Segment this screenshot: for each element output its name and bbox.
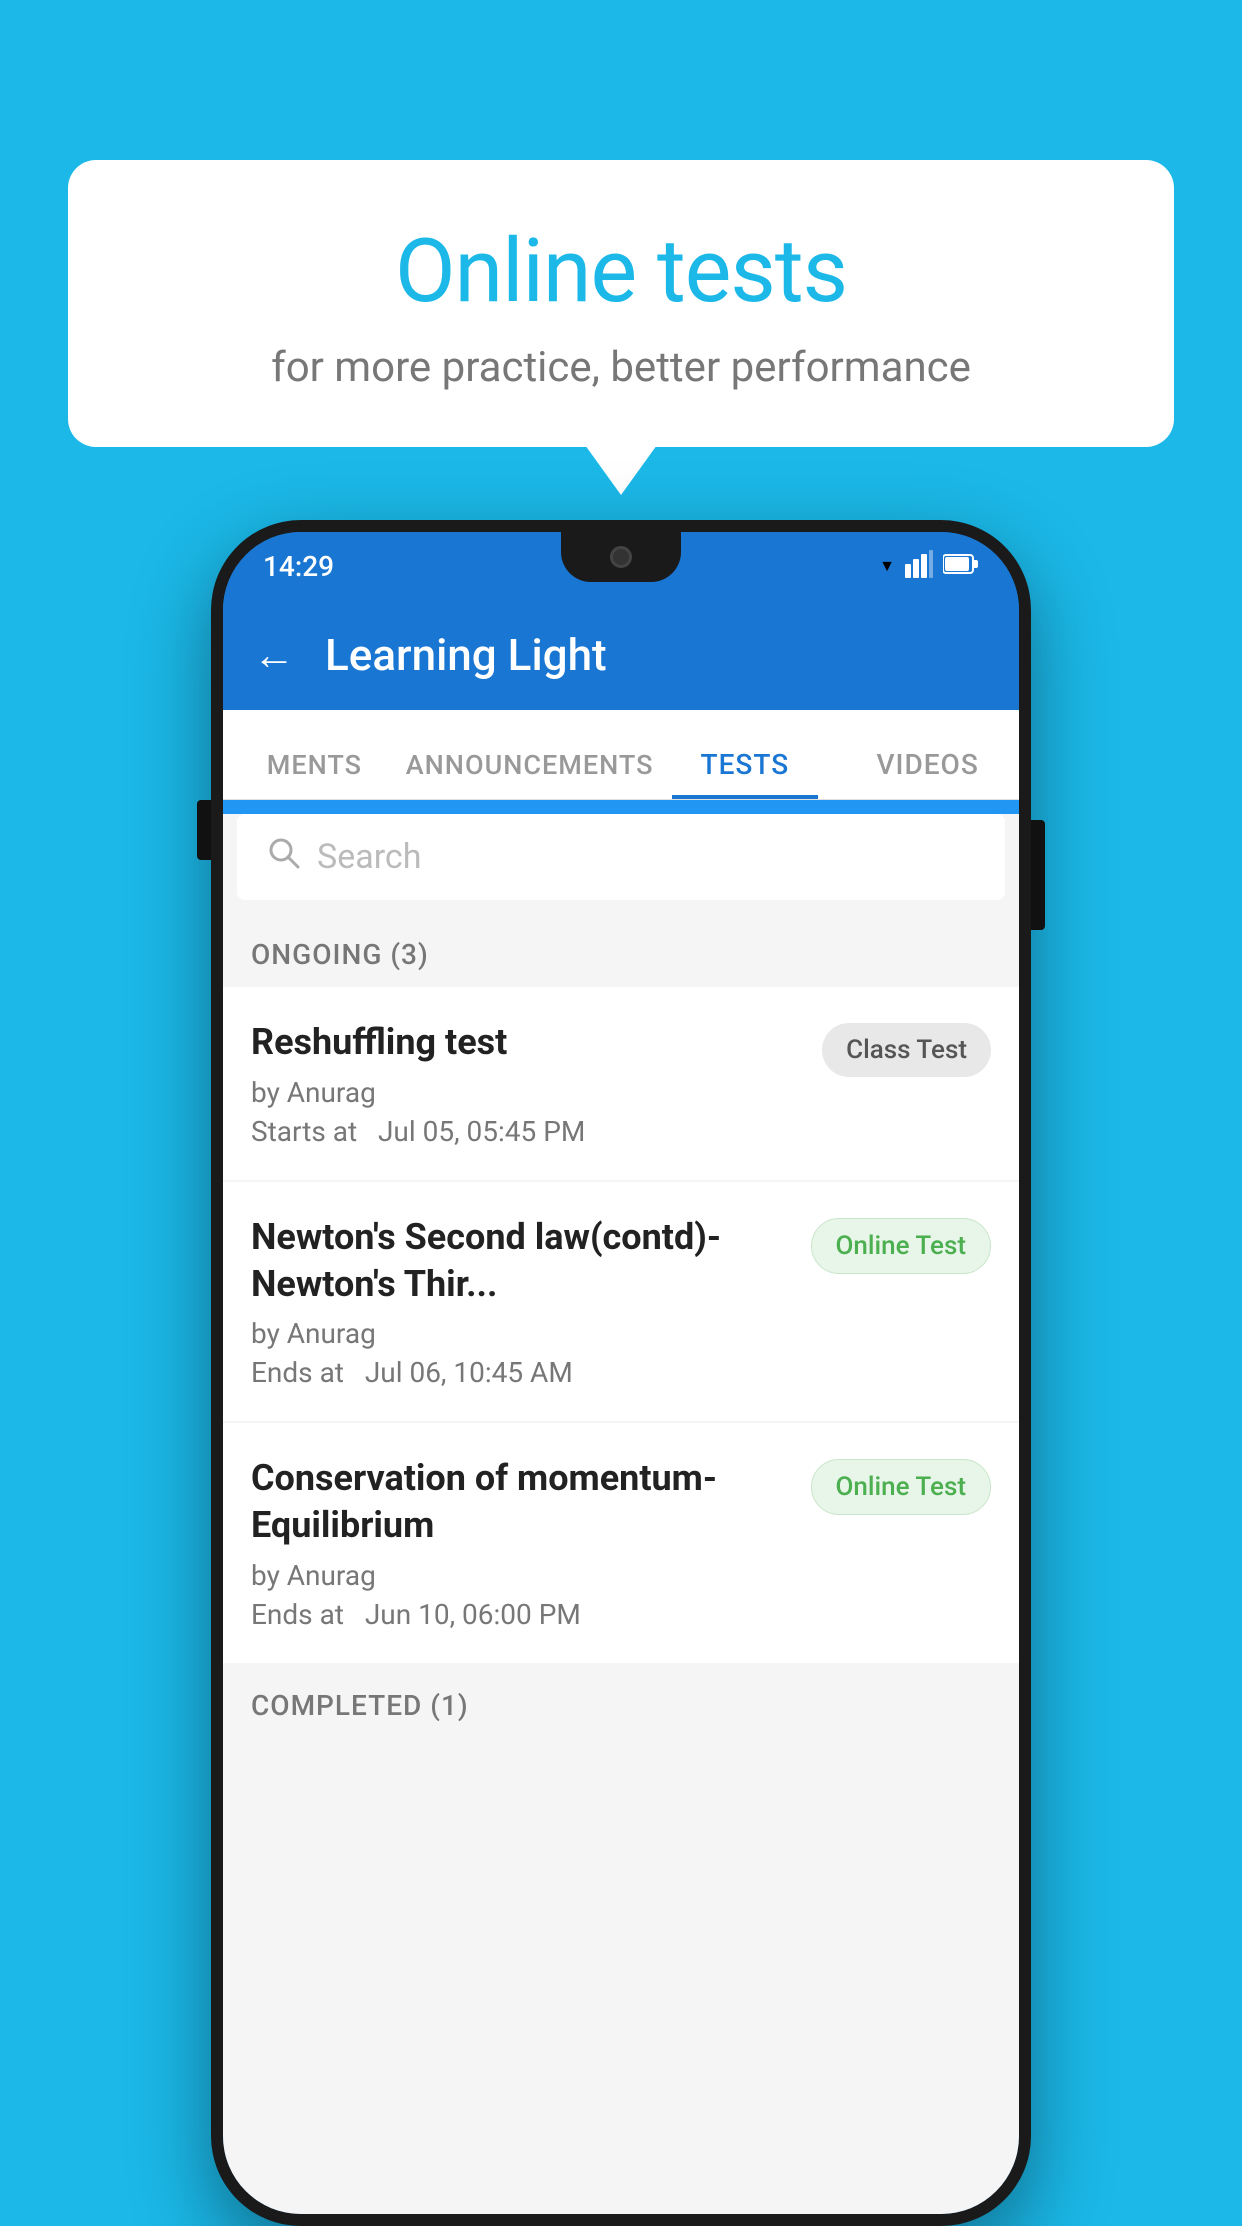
tab-tests[interactable]: TESTS xyxy=(654,748,837,799)
test-date-1: Starts at Jul 05, 05:45 PM xyxy=(251,1115,806,1148)
search-icon xyxy=(265,834,301,880)
app-header: ← Learning Light xyxy=(223,600,1019,710)
test-date-val-2: Jul 06, 10:45 AM xyxy=(365,1356,573,1389)
tabs-bar: MENTS ANNOUNCEMENTS TESTS VIDEOS xyxy=(223,710,1019,800)
completed-section-header: COMPLETED (1) xyxy=(223,1665,1019,1738)
test-by-2: by Anurag xyxy=(251,1317,795,1350)
ongoing-section-header: ONGOING (3) xyxy=(223,914,1019,987)
tab-videos[interactable]: VIDEOS xyxy=(836,748,1019,799)
test-name-2: Newton's Second law(contd)-Newton's Thir… xyxy=(251,1214,795,1308)
test-badge-1: Class Test xyxy=(822,1023,991,1077)
test-badge-2: Online Test xyxy=(811,1218,992,1274)
speech-bubble: Online tests for more practice, better p… xyxy=(68,160,1174,447)
phone-container: 14:29 ▼ xyxy=(211,520,1031,2226)
test-info-3: Conservation of momentum-Equilibrium by … xyxy=(251,1455,795,1631)
bubble-title: Online tests xyxy=(118,220,1124,323)
test-by-1: by Anurag xyxy=(251,1076,806,1109)
battery-icon xyxy=(943,552,979,580)
search-placeholder: Search xyxy=(317,837,421,877)
test-info-2: Newton's Second law(contd)-Newton's Thir… xyxy=(251,1214,795,1390)
tab-announcements[interactable]: ANNOUNCEMENTS xyxy=(406,749,654,799)
test-date-3: Ends at Jun 10, 06:00 PM xyxy=(251,1598,795,1631)
search-bar[interactable]: Search xyxy=(237,814,1005,900)
wifi-icon: ▼ xyxy=(879,556,895,576)
test-date-2: Ends at Jul 06, 10:45 AM xyxy=(251,1356,795,1389)
test-info-1: Reshuffling test by Anurag Starts at Jul… xyxy=(251,1019,806,1148)
test-date-val-3: Jun 10, 06:00 PM xyxy=(365,1598,581,1631)
phone-screen: 14:29 ▼ xyxy=(223,532,1019,2214)
status-icons: ▼ xyxy=(879,550,979,582)
status-bar: 14:29 ▼ xyxy=(223,532,1019,600)
signal-icon xyxy=(905,550,933,582)
phone-shell: 14:29 ▼ xyxy=(211,520,1031,2226)
back-button[interactable]: ← xyxy=(253,631,295,680)
screen-content: Search ONGOING (3) Reshuffling test by A… xyxy=(223,814,1019,2214)
camera xyxy=(610,546,632,568)
test-card-reshuffling[interactable]: Reshuffling test by Anurag Starts at Jul… xyxy=(223,987,1019,1180)
test-date-label-1: Starts at xyxy=(251,1115,357,1148)
test-date-label-3: Ends at xyxy=(251,1598,344,1631)
test-date-val-1: Jul 05, 05:45 PM xyxy=(378,1115,585,1148)
notch xyxy=(561,532,681,582)
test-card-newtons[interactable]: Newton's Second law(contd)-Newton's Thir… xyxy=(223,1182,1019,1422)
test-badge-3: Online Test xyxy=(811,1459,992,1515)
bubble-subtitle: for more practice, better performance xyxy=(118,343,1124,392)
test-name-3: Conservation of momentum-Equilibrium xyxy=(251,1455,795,1549)
test-by-3: by Anurag xyxy=(251,1559,795,1592)
test-card-conservation[interactable]: Conservation of momentum-Equilibrium by … xyxy=(223,1423,1019,1663)
test-date-label-2: Ends at xyxy=(251,1356,344,1389)
test-name-1: Reshuffling test xyxy=(251,1019,806,1066)
status-time: 14:29 xyxy=(263,550,334,583)
tab-ments[interactable]: MENTS xyxy=(223,749,406,799)
header-title: Learning Light xyxy=(325,629,607,681)
